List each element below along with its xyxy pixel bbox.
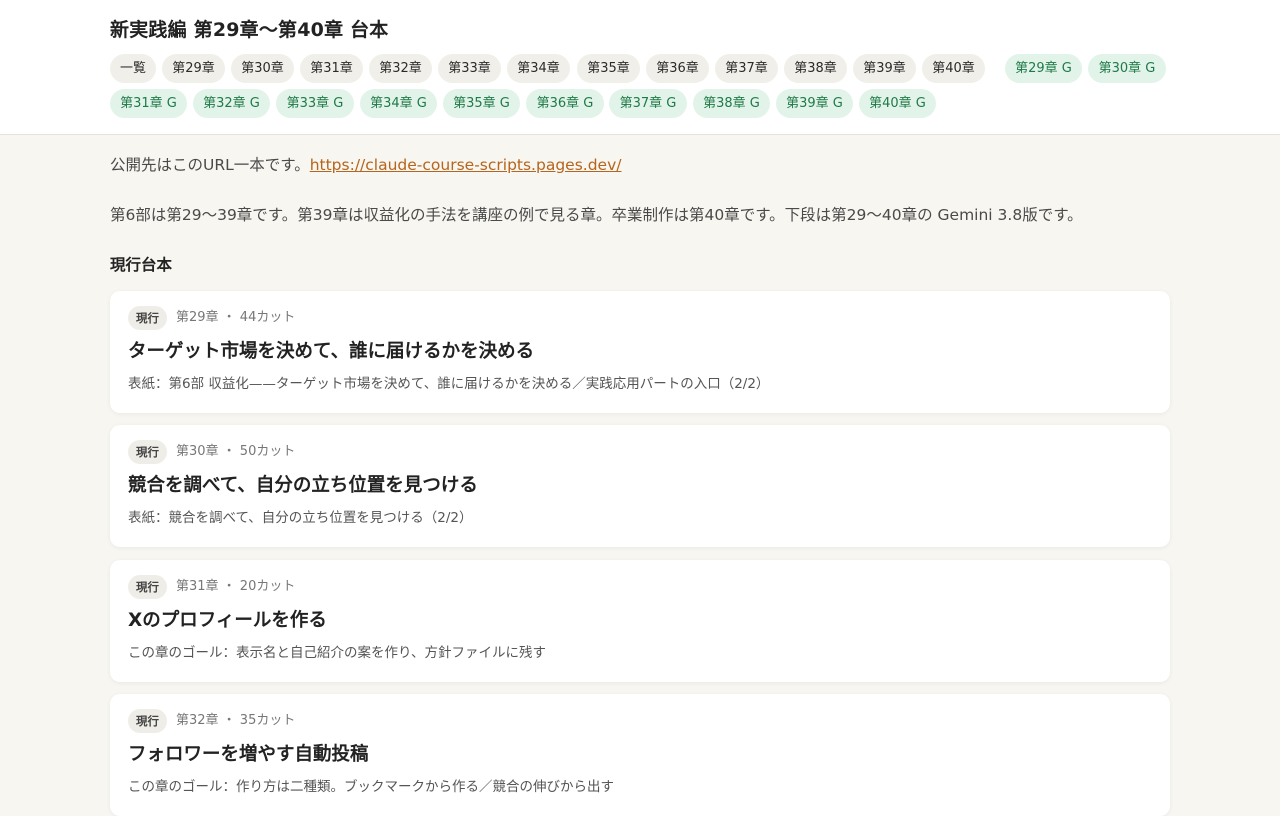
gemini-chapter-chip[interactable]: 第34章 G xyxy=(360,89,437,118)
card-title: 競合を調べて、自分の立ち位置を見つける xyxy=(128,475,478,496)
gemini-chapter-chip[interactable]: 第39章 G xyxy=(776,89,853,118)
card-title: Xのプロフィールを作る xyxy=(128,610,327,631)
top-header: 新実践編 第29章〜第40章 台本 一覧 第29章 第30章 第31章 第32章 第33章… xyxy=(0,0,1280,135)
part-description: 第6部は第29〜39章です。第39章は収益化の手法を講座の例で見る章。卒業制作は… xyxy=(110,206,1083,224)
chapter-nav-row-2: 第31章 G 第32章 G 第33章 G 第34章 G 第35章 G 第36章 G 第37章… xyxy=(110,89,1190,118)
status-badge: 現行 xyxy=(128,575,167,599)
status-badge: 現行 xyxy=(128,306,167,330)
chapter-chip[interactable]: 第34章 xyxy=(507,54,570,83)
url-notice: 公開先はこのURL一本です。https://claude-course-scri… xyxy=(110,155,621,175)
chapter-chip[interactable]: 第39章 xyxy=(853,54,916,83)
script-card[interactable]: 現行 第30章 ・ 50カット競合を調べて、自分の立ち位置を見つける表紙：競合を調… xyxy=(110,425,1170,547)
section-heading-current-scripts: 現行台本 xyxy=(110,256,173,274)
chapter-chip[interactable]: 第40章 xyxy=(922,54,985,83)
gemini-chapter-chip[interactable]: 第38章 G xyxy=(693,89,770,118)
gemini-chapter-chip[interactable]: 第40章 G xyxy=(859,89,936,118)
card-title: ターゲット市場を決めて、誰に届けるかを決める xyxy=(128,341,535,362)
gemini-chapter-chip[interactable]: 第30章 G xyxy=(1088,54,1166,83)
card-description: この章のゴール：表示名と自己紹介の案を作り、方針ファイルに残す xyxy=(128,645,546,661)
gemini-chapter-chip[interactable]: 第36章 G xyxy=(526,89,604,118)
chapter-chip[interactable]: 第30章 xyxy=(231,54,294,83)
gemini-chapter-chip[interactable]: 第37章 G xyxy=(609,89,687,118)
chapter-chip[interactable]: 第37章 xyxy=(715,54,778,83)
script-card[interactable]: 現行 第29章 ・ 44カットターゲット市場を決めて、誰に届けるかを決める表紙：第… xyxy=(110,291,1170,413)
chapter-chip[interactable]: 第35章 xyxy=(577,54,640,83)
gemini-chapter-chip[interactable]: 第33章 G xyxy=(276,89,354,118)
card-description: 表紙：競合を調べて、自分の立ち位置を見つける（2/2） xyxy=(128,510,473,526)
card-meta: 第31章 ・ 20カット xyxy=(176,579,296,594)
card-meta: 第32章 ・ 35カット xyxy=(176,713,296,728)
status-badge: 現行 xyxy=(128,440,167,464)
card-meta: 第30章 ・ 50カット xyxy=(176,444,296,459)
page-title: 新実践編 第29章〜第40章 台本 xyxy=(110,19,389,41)
gemini-chapter-chip[interactable]: 第31章 G xyxy=(110,89,187,118)
chapter-chip[interactable]: 第31章 xyxy=(300,54,363,83)
script-card[interactable]: 現行 第31章 ・ 20カット Xのプロフィールを作るこの章のゴール：表示名と自己紹… xyxy=(110,560,1170,682)
url-notice-text: 公開先はこのURL一本です。 xyxy=(110,156,310,174)
script-card[interactable]: 現行 第32章 ・ 35カットフォロワーを増やす自動投稿この章のゴール：作り方は二… xyxy=(110,694,1170,816)
card-title: フォロワーを増やす自動投稿 xyxy=(128,744,369,765)
status-badge: 現行 xyxy=(128,709,167,733)
site-url-link[interactable]: https://claude-course-scripts.pages.dev/ xyxy=(310,156,622,174)
card-description: この章のゴール：作り方は二種類。ブックマークから作る／競合の伸びから出す xyxy=(128,779,614,795)
chapter-chip[interactable]: 第36章 xyxy=(646,54,709,83)
gemini-chapter-chip[interactable]: 第35章 G xyxy=(443,89,520,118)
gemini-chapter-chip[interactable]: 第29章 G xyxy=(1005,54,1082,83)
chapter-chip[interactable]: 第33章 xyxy=(438,54,501,83)
chapter-chip[interactable]: 第32章 xyxy=(369,54,432,83)
card-meta: 第29章 ・ 44カット xyxy=(176,310,296,325)
chapter-chip[interactable]: 第38章 xyxy=(784,54,847,83)
chapter-chip[interactable]: 第29章 xyxy=(162,54,225,83)
gemini-chapter-chip[interactable]: 第32章 G xyxy=(193,89,270,118)
card-description: 表紙：第6部 収益化——ターゲット市場を決めて、誰に届けるかを決める／実践応用パ… xyxy=(128,376,770,392)
index-chip[interactable]: 一覧 xyxy=(110,54,156,83)
chapter-nav-row-1: 一覧 第29章 第30章 第31章 第32章 第33章 第34章 第35章 第36章 第37章 第3… xyxy=(110,54,1190,83)
